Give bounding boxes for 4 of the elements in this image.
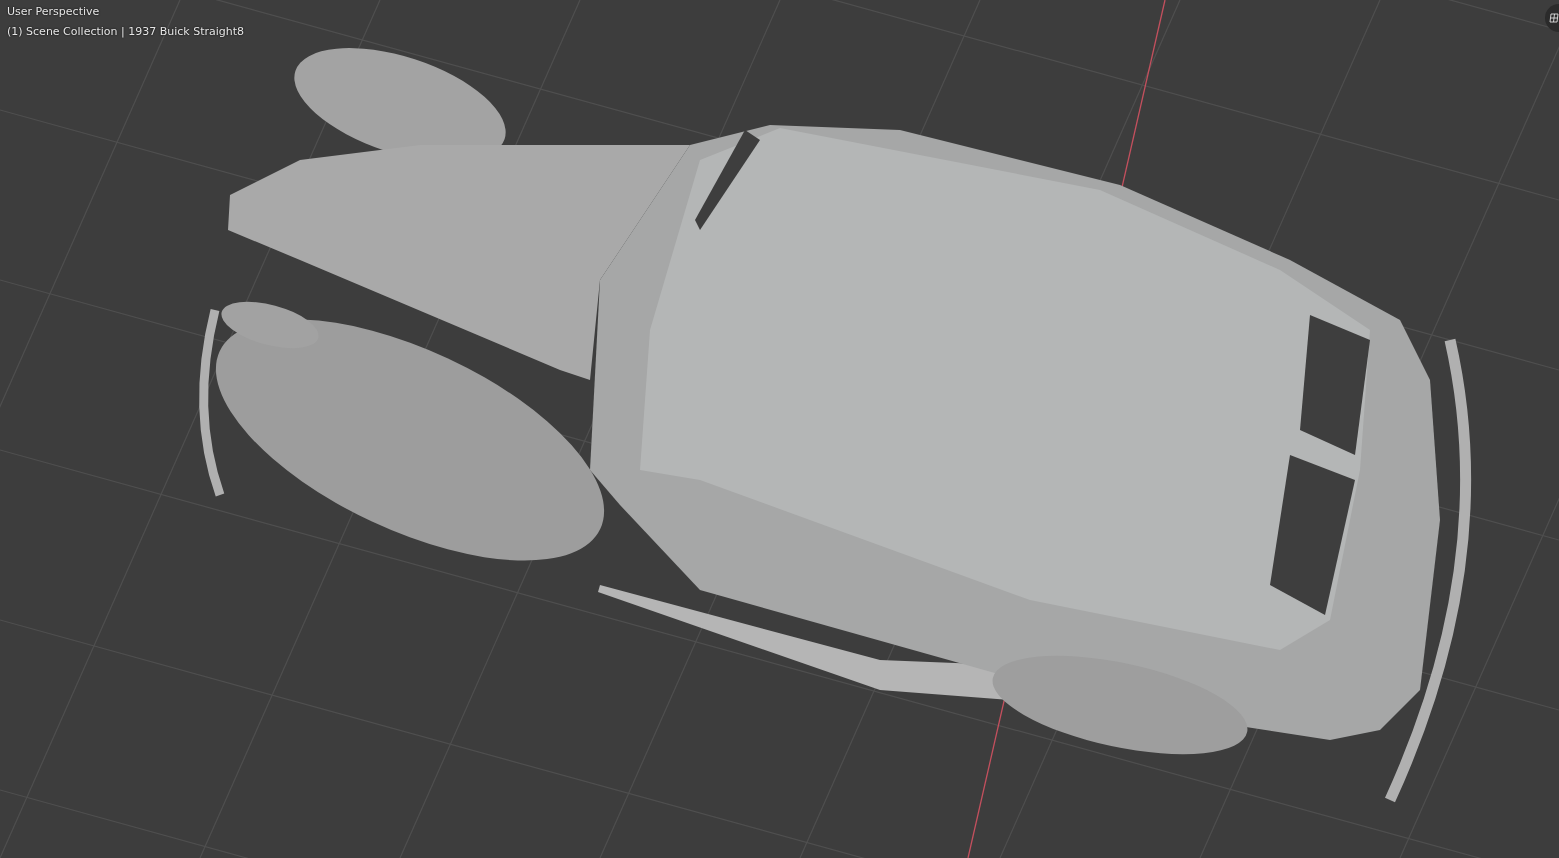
- collection-info-label: (1) Scene Collection | 1937 Buick Straight8: [7, 24, 245, 39]
- grid-icon: [1549, 13, 1559, 23]
- view-name-label: User Perspective: [7, 4, 101, 19]
- perspective-toggle-button[interactable]: [1545, 4, 1559, 32]
